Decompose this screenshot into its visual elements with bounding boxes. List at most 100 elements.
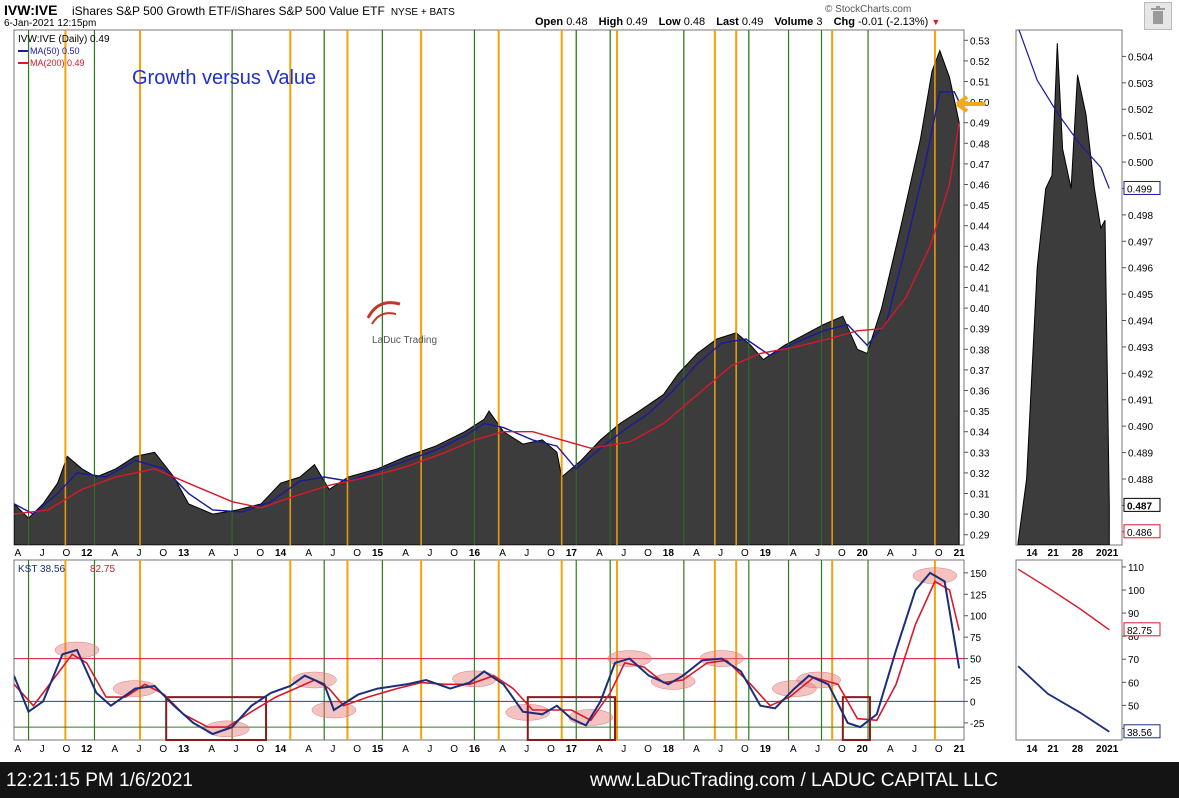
y-tick-label: 0.46: [970, 181, 990, 192]
x-tick-label: 12: [81, 548, 93, 559]
x-tick-label: 21: [1048, 548, 1060, 559]
zoom-y-tick-label: 0.492: [1128, 369, 1153, 380]
zoom-kst-y-tick-label: 60: [1128, 678, 1140, 689]
y-tick-label: 0.30: [970, 510, 990, 521]
legend-ma50: MA(50) 0.50: [30, 46, 80, 56]
x-tick-label: O: [644, 744, 652, 755]
x-tick-label: J: [233, 548, 238, 559]
x-tick-label: J: [621, 744, 626, 755]
x-tick-label: 12: [81, 744, 93, 755]
x-tick-label: 28: [1072, 744, 1084, 755]
zoom-y-tick-label: 0.490: [1128, 422, 1153, 433]
zoom-y-tick-label: 0.502: [1128, 105, 1153, 116]
kst-y-tick-label: 0: [970, 697, 976, 708]
x-tick-label: A: [596, 548, 603, 559]
x-tick-label: O: [838, 548, 846, 559]
x-tick-label: 15: [372, 744, 384, 755]
x-tick-label: 21: [954, 744, 966, 755]
x-tick-label: 16: [469, 548, 481, 559]
kst-y-tick-label: 50: [970, 655, 982, 666]
x-tick-label: O: [547, 548, 555, 559]
kst-y-tick-label: 25: [970, 676, 982, 687]
y-tick-label: 0.48: [970, 139, 990, 150]
zoom-y-tick-label: 0.504: [1128, 52, 1153, 63]
x-tick-label: J: [137, 744, 142, 755]
x-tick-label: J: [524, 548, 529, 559]
x-tick-label: A: [693, 548, 700, 559]
x-tick-label: O: [838, 744, 846, 755]
x-tick-label: 21: [954, 548, 966, 559]
x-tick-label: J: [233, 744, 238, 755]
x-tick-label: O: [644, 548, 652, 559]
zoom-kst-y-tick-label: 100: [1128, 586, 1145, 597]
x-tick-label: 13: [178, 548, 190, 559]
zoom-y-tick-label: 0.491: [1128, 396, 1153, 407]
x-tick-label: O: [547, 744, 555, 755]
zoom-kst-y-tick-label: 110: [1128, 563, 1144, 574]
x-tick-label: A: [887, 744, 894, 755]
kst-y-tick-label: -25: [970, 719, 985, 730]
x-tick-label: O: [741, 548, 749, 559]
zoom-y-tick-label: 0.493: [1128, 343, 1153, 354]
zoom-y-tick-label: 0.489: [1128, 449, 1153, 460]
kst-y-tick-label: 150: [970, 569, 987, 580]
y-tick-label: 0.49: [970, 119, 990, 130]
x-tick-label: A: [111, 548, 118, 559]
x-tick-label: O: [159, 744, 167, 755]
y-tick-label: 0.32: [970, 469, 990, 480]
x-tick-label: 16: [469, 744, 481, 755]
x-tick-label: A: [15, 548, 22, 559]
x-tick-label: O: [741, 744, 749, 755]
x-tick-label: 13: [178, 744, 190, 755]
x-tick-label: 19: [760, 744, 772, 755]
y-tick-label: 0.37: [970, 366, 990, 377]
x-tick-label: 2021: [1096, 548, 1119, 559]
zoom-y-tick-label: 0.497: [1128, 237, 1153, 248]
x-tick-label: A: [305, 744, 312, 755]
x-tick-label: A: [208, 548, 215, 559]
x-tick-label: J: [427, 744, 432, 755]
footer-site: www.LaDucTrading.com / LADUC CAPITAL LLC: [590, 770, 998, 791]
x-tick-label: 28: [1072, 548, 1084, 559]
x-tick-label: A: [402, 548, 409, 559]
x-tick-label: 18: [663, 744, 675, 755]
x-tick-label: O: [353, 548, 361, 559]
x-tick-label: J: [40, 548, 45, 559]
y-tick-label: 0.38: [970, 345, 990, 356]
y-tick-label: 0.34: [970, 428, 990, 439]
x-tick-label: J: [40, 744, 45, 755]
zoom-kst-frame: [1015, 559, 1123, 741]
footer-bar: 12:21:15 PM 1/6/2021 www.LaDucTrading.co…: [0, 762, 1179, 798]
x-tick-label: O: [256, 744, 264, 755]
x-tick-label: J: [912, 548, 917, 559]
y-tick-label: 0.47: [970, 160, 990, 171]
zoom-kst-y-tick-label: 50: [1128, 701, 1140, 712]
x-tick-label: 18: [663, 548, 675, 559]
x-tick-label: O: [62, 548, 70, 559]
zoom-kst-signal-value: 82.75: [1127, 626, 1152, 637]
x-tick-label: 14: [1026, 548, 1038, 559]
x-tick-label: 14: [275, 744, 287, 755]
x-tick-label: J: [330, 548, 335, 559]
x-tick-label: 20: [857, 548, 869, 559]
x-tick-label: 14: [275, 548, 287, 559]
y-tick-label: 0.40: [970, 304, 990, 315]
x-tick-label: A: [402, 744, 409, 755]
x-tick-label: A: [499, 744, 506, 755]
y-tick-label: 0.36: [970, 387, 990, 398]
legend-kst: KST 38.56: [18, 564, 66, 575]
kst-y-tick-label: 100: [970, 612, 987, 623]
x-tick-label: J: [524, 744, 529, 755]
zoom-y-tick-label: 0.501: [1128, 132, 1153, 143]
legend-price: IVW:IVE (Daily) 0.49: [18, 34, 110, 45]
x-tick-label: J: [137, 548, 142, 559]
x-tick-label: O: [935, 548, 943, 559]
zoom-kst-value: 38.56: [1127, 728, 1152, 739]
x-tick-label: J: [621, 548, 626, 559]
x-tick-label: A: [596, 744, 603, 755]
y-tick-label: 0.45: [970, 201, 990, 212]
chart-canvas: 0.29 0.30 0.31 0.32 0.33 0.34 0.35 0.36 0.37 0.38…: [13, 29, 1161, 755]
y-tick-label: 0.39: [970, 325, 990, 336]
x-tick-label: A: [208, 744, 215, 755]
x-tick-label: J: [718, 744, 723, 755]
